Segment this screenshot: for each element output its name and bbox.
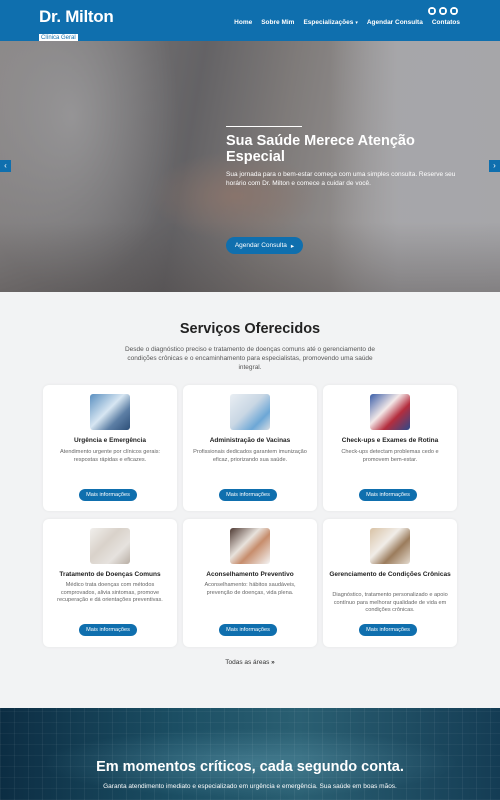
service-image-aconselhamento: [230, 528, 270, 564]
service-card-title: Check-ups e Exames de Rotina: [341, 437, 439, 444]
more-info-button[interactable]: Mais informações: [359, 489, 417, 501]
site-header: Dr. Milton Clínica Geral Home Sobre Mim …: [0, 0, 500, 44]
slider-next-arrow-icon[interactable]: ›: [489, 160, 500, 172]
service-image-vacinas: [230, 394, 270, 430]
email-icon[interactable]: [450, 7, 458, 15]
chevron-down-icon: ▾: [355, 20, 358, 26]
service-card-text: Atendimento urgente por clínicos gerais:…: [59, 449, 161, 463]
service-card-text: Diagnóstico, tratamento personalizado e …: [332, 592, 448, 613]
service-card-condicoes-cronicas[interactable]: Gerenciamento de Condições Crônicas Diag…: [323, 519, 457, 647]
service-card-title: Gerenciamento de Condições Crônicas: [329, 571, 451, 578]
nav-especializacoes[interactable]: Especializações ▾: [303, 19, 357, 26]
logo-name: Dr. Milton: [39, 7, 114, 26]
service-card-doencas-comuns[interactable]: Tratamento de Doenças Comuns Médico trat…: [43, 519, 177, 647]
service-card-text: Profissionais dedicados garantem imuniza…: [193, 449, 307, 463]
logo[interactable]: Dr. Milton Clínica Geral: [39, 7, 114, 44]
banner-text: Garanta atendimento imediato e especiali…: [103, 783, 397, 790]
more-info-button[interactable]: Mais informações: [79, 489, 137, 501]
services-title: Serviços Oferecidos: [179, 321, 321, 337]
more-info-button[interactable]: Mais informações: [359, 624, 417, 636]
more-info-button[interactable]: Mais informações: [79, 624, 137, 636]
service-card-title: Tratamento de Doenças Comuns: [59, 571, 161, 578]
service-card-aconselhamento[interactable]: Aconselhamento Preventivo Aconselhamento…: [183, 519, 317, 647]
service-card-title: Urgência e Emergência: [74, 437, 146, 444]
hero-title: Sua Saúde Merece Atenção Especial: [226, 133, 415, 165]
nav-especializacoes-label: Especializações: [303, 19, 354, 26]
all-areas-label: Todas as áreas: [225, 659, 270, 666]
services-description: Desde o diagnóstico preciso e tratamento…: [124, 346, 376, 371]
service-card-title: Administração de Vacinas: [209, 437, 291, 444]
nav-agendar-consulta[interactable]: Agendar Consulta: [367, 19, 423, 26]
service-image-condicoes-cronicas: [370, 528, 410, 564]
service-card-checkups[interactable]: Check-ups e Exames de Rotina Check-ups d…: [323, 385, 457, 511]
slider-prev-arrow-icon[interactable]: ‹: [0, 160, 11, 172]
hero-schedule-button[interactable]: Agendar Consulta ▸: [226, 237, 303, 254]
service-image-checkups: [370, 394, 410, 430]
service-card-text: Aconselhamento: hábitos saudáveis, preve…: [204, 582, 296, 596]
hero-content: Sua Saúde Merece Atenção Especial Sua jo…: [226, 126, 466, 254]
service-card-urgencia[interactable]: Urgência e Emergência Atendimento urgent…: [43, 385, 177, 511]
service-card-text: Médico trata doenças com métodos comprov…: [57, 582, 163, 603]
service-image-urgencia: [90, 394, 130, 430]
double-chevron-right-icon: »: [271, 659, 275, 666]
banner-title: Em momentos críticos, cada segundo conta…: [96, 759, 404, 775]
caret-right-icon: ▸: [290, 242, 295, 250]
more-info-button[interactable]: Mais informações: [219, 489, 277, 501]
hero-slider: Sua Saúde Merece Atenção Especial Sua jo…: [0, 41, 500, 292]
instagram-icon[interactable]: [428, 7, 436, 15]
whatsapp-icon[interactable]: [439, 7, 447, 15]
service-image-doencas-comuns: [90, 528, 130, 564]
hero-text: Sua jornada para o bem-estar começa com …: [226, 171, 456, 187]
service-card-text: Check-ups detectam problemas cedo e prom…: [341, 449, 439, 463]
all-areas-link[interactable]: Todas as áreas »: [0, 659, 500, 666]
service-card-title: Aconselhamento Preventivo: [206, 571, 294, 578]
service-card-vacinas[interactable]: Administração de Vacinas Profissionais d…: [183, 385, 317, 511]
nav-contatos[interactable]: Contatos: [432, 19, 460, 26]
hero-schedule-button-label: Agendar Consulta: [234, 242, 287, 249]
more-info-button[interactable]: Mais informações: [219, 624, 277, 636]
hero-divider: [226, 126, 302, 127]
social-links: [428, 7, 458, 15]
main-nav: Home Sobre Mim Especializações ▾ Agendar …: [234, 19, 460, 26]
nav-home[interactable]: Home: [234, 19, 252, 26]
nav-sobre-mim[interactable]: Sobre Mim: [261, 19, 294, 26]
emergency-banner: Em momentos críticos, cada segundo conta…: [0, 708, 500, 800]
